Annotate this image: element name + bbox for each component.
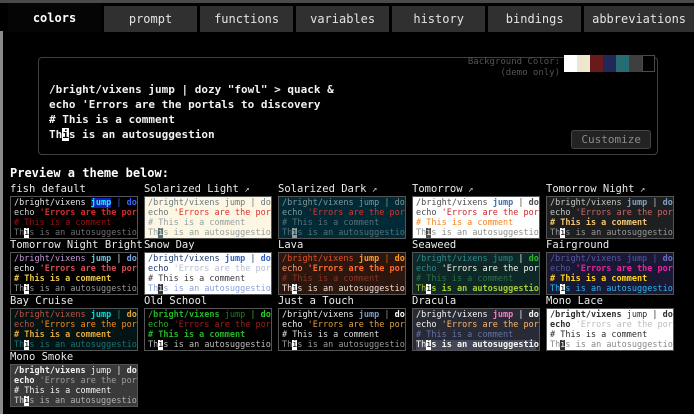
bg-color-swatch-0[interactable] bbox=[564, 55, 577, 72]
bg-color-swatch-5[interactable] bbox=[629, 55, 642, 72]
theme-name: Solarized Dark ↗ bbox=[278, 183, 408, 196]
customize-button[interactable]: Customize bbox=[571, 130, 651, 149]
theme-preview-box[interactable]: /bright/vixens jump | dozy "fowl" > quac… bbox=[278, 308, 406, 351]
theme-card-fish-default: fish default/bright/vixens jump | dozy "… bbox=[10, 183, 140, 239]
theme-preview-box[interactable]: /bright/vixens jump | dozy "fowl" > quac… bbox=[10, 308, 138, 351]
bg-color-swatch-4[interactable] bbox=[616, 55, 629, 72]
theme-name: Snow Day bbox=[144, 239, 274, 252]
theme-card-mono-lace: Mono Lace/bright/vixens jump | dozy "fow… bbox=[546, 295, 676, 351]
tab-variables[interactable]: variables bbox=[296, 6, 389, 32]
theme-name: Mono Smoke bbox=[10, 351, 140, 364]
theme-preview-box[interactable]: /bright/vixens jump | dozy "fowl" > quac… bbox=[278, 196, 406, 239]
bg-color-swatches bbox=[564, 55, 655, 72]
tab-functions[interactable]: functions bbox=[200, 6, 293, 32]
external-link-icon[interactable]: ↗ bbox=[239, 185, 250, 195]
theme-card-dracula: Dracula/bright/vixens jump | dozy "fowl"… bbox=[412, 295, 542, 351]
window-left-edge bbox=[0, 31, 3, 414]
theme-card-mono-smoke: Mono Smoke/bright/vixens jump | dozy "fo… bbox=[10, 351, 140, 407]
theme-preview-box[interactable]: /bright/vixens jump | dozy "fowl" > quac… bbox=[546, 308, 674, 351]
tab-abbreviations[interactable]: abbreviations bbox=[584, 6, 694, 32]
theme-card-solarized-dark: Solarized Dark ↗/bright/vixens jump | do… bbox=[278, 183, 408, 239]
theme-preview-box[interactable]: /bright/vixens jump | dozy "fowl" > quac… bbox=[412, 252, 540, 295]
theme-name: Tomorrow Night Bright ↗ bbox=[10, 239, 140, 252]
background-color-label: Background Color: bbox=[468, 57, 560, 68]
theme-name: Old School bbox=[144, 295, 274, 308]
terminal-lines: /bright/vixens jump | dozy "fowl" > quac… bbox=[49, 82, 649, 142]
tab-prompt[interactable]: prompt bbox=[104, 6, 197, 32]
theme-card-solarized-light: Solarized Light ↗/bright/vixens jump | d… bbox=[144, 183, 274, 239]
terminal-autosuggestion-line: This is an autosuggestion bbox=[49, 127, 649, 142]
tab-history[interactable]: history bbox=[392, 6, 485, 32]
theme-preview-box[interactable]: /bright/vixens jump | dozy "fowl" > quac… bbox=[412, 308, 540, 351]
theme-preview-box[interactable]: /bright/vixens jump | dozy "fowl" > quac… bbox=[546, 196, 674, 239]
theme-preview-box[interactable]: /bright/vixens jump | dozy "fowl" > quac… bbox=[144, 308, 272, 351]
tab-bindings[interactable]: bindings bbox=[488, 6, 581, 32]
preview-theme-heading: Preview a theme below: bbox=[10, 166, 169, 180]
theme-preview-box[interactable]: /bright/vixens jump | dozy "fowl" > quac… bbox=[278, 252, 406, 295]
tab-bar: colorspromptfunctionsvariableshistorybin… bbox=[8, 3, 694, 32]
bg-color-swatch-2[interactable] bbox=[590, 55, 603, 72]
theme-card-old-school: Old School/bright/vixens jump | dozy "fo… bbox=[144, 295, 274, 351]
terminal-line-1: /bright/vixens jump | dozy "fowl" > quac… bbox=[49, 82, 649, 97]
bg-color-swatch-1[interactable] bbox=[577, 55, 590, 72]
theme-name: Bay Cruise bbox=[10, 295, 140, 308]
background-color-label-group: Background Color: (demo only) bbox=[468, 55, 560, 79]
theme-name: Dracula bbox=[412, 295, 542, 308]
external-link-icon[interactable]: ↗ bbox=[367, 185, 378, 195]
theme-preview-box[interactable]: /bright/vixens jump | dozy "fowl" > quac… bbox=[144, 252, 272, 295]
theme-card-tomorrow-night: Tomorrow Night ↗/bright/vixens jump | do… bbox=[546, 183, 676, 239]
theme-card-seaweed: Seaweed/bright/vixens jump | dozy "fowl"… bbox=[412, 239, 542, 295]
theme-name: Mono Lace bbox=[546, 295, 676, 308]
theme-card-snow-day: Snow Day/bright/vixens jump | dozy "fowl… bbox=[144, 239, 274, 295]
terminal-line-2: echo 'Errors are the portals to discover… bbox=[49, 97, 649, 112]
external-link-icon[interactable]: ↗ bbox=[635, 185, 646, 195]
theme-preview-box[interactable]: /bright/vixens jump | dozy "fowl" > quac… bbox=[412, 196, 540, 239]
terminal-preview: Background Color: (demo only) /bright/vi… bbox=[38, 57, 658, 155]
theme-card-bay-cruise: Bay Cruise/bright/vixens jump | dozy "fo… bbox=[10, 295, 140, 351]
tab-colors[interactable]: colors bbox=[8, 3, 101, 32]
theme-preview-box[interactable]: /bright/vixens jump | dozy "fowl" > quac… bbox=[10, 196, 138, 239]
theme-card-tomorrow: Tomorrow ↗/bright/vixens jump | dozy "fo… bbox=[412, 183, 542, 239]
theme-card-tomorrow-night-bright: Tomorrow Night Bright ↗/bright/vixens ju… bbox=[10, 239, 140, 295]
external-link-icon[interactable]: ↗ bbox=[463, 185, 474, 195]
theme-preview-box[interactable]: /bright/vixens jump | dozy "fowl" > quac… bbox=[10, 364, 138, 407]
theme-preview-box[interactable]: /bright/vixens jump | dozy "fowl" > quac… bbox=[546, 252, 674, 295]
bg-color-swatch-3[interactable] bbox=[603, 55, 616, 72]
theme-name: fish default bbox=[10, 183, 140, 196]
theme-name: Lava bbox=[278, 239, 408, 252]
theme-card-lava: Lava/bright/vixens jump | dozy "fowl" > … bbox=[278, 239, 408, 295]
bg-color-swatch-6[interactable] bbox=[642, 55, 655, 72]
theme-preview-box[interactable]: /bright/vixens jump | dozy "fowl" > quac… bbox=[10, 252, 138, 295]
terminal-line-3: # This is a comment bbox=[49, 112, 649, 127]
theme-name: Tomorrow Night ↗ bbox=[546, 183, 676, 196]
theme-name: Tomorrow ↗ bbox=[412, 183, 542, 196]
theme-name: Solarized Light ↗ bbox=[144, 183, 274, 196]
background-color-picker: Background Color: (demo only) bbox=[468, 55, 655, 79]
theme-name: Fairground bbox=[546, 239, 676, 252]
theme-grid: fish default/bright/vixens jump | dozy "… bbox=[10, 183, 690, 407]
terminal-cursor: i bbox=[62, 128, 69, 141]
theme-card-just-a-touch: Just a Touch/bright/vixens jump | dozy "… bbox=[278, 295, 408, 351]
theme-preview-box[interactable]: /bright/vixens jump | dozy "fowl" > quac… bbox=[144, 196, 272, 239]
theme-name: Seaweed bbox=[412, 239, 542, 252]
theme-card-fairground: Fairground/bright/vixens jump | dozy "fo… bbox=[546, 239, 676, 295]
theme-name: Just a Touch bbox=[278, 295, 408, 308]
demo-only-label: (demo only) bbox=[468, 68, 560, 79]
